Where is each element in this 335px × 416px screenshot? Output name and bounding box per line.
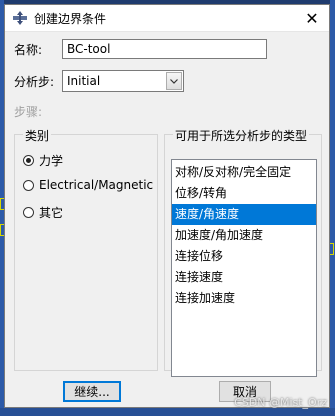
radio-button[interactable] bbox=[23, 155, 34, 166]
name-row: 名称: bbox=[14, 39, 267, 59]
name-label: 名称: bbox=[14, 42, 43, 57]
background-canvas-right bbox=[330, 0, 335, 416]
types-listbox[interactable]: 对称/反对称/完全固定 位移/转角 速度/角速度 加速度/角加速度 连接位移 连… bbox=[171, 159, 317, 377]
continue-button[interactable]: 继续... bbox=[63, 381, 121, 402]
category-option-electrical-magnetic[interactable]: Electrical/Magnetic bbox=[23, 178, 153, 192]
list-item[interactable]: 连接加速度 bbox=[172, 288, 316, 309]
list-item[interactable]: 位移/转角 bbox=[172, 183, 316, 204]
procedure-row: 步骤: bbox=[14, 103, 42, 120]
category-option-label: 其它 bbox=[39, 206, 64, 220]
radio-button[interactable] bbox=[23, 179, 34, 191]
radio-button[interactable] bbox=[23, 207, 34, 218]
title-bar: 创建边界条件 ✕ bbox=[5, 5, 329, 32]
list-item-selected[interactable]: 速度/角速度 bbox=[172, 204, 316, 225]
category-option-label: 力学 bbox=[39, 154, 64, 168]
step-row: 分析步: Initial bbox=[14, 70, 184, 92]
list-item[interactable]: 加速度/角加速度 bbox=[172, 225, 316, 246]
category-group: 类别 力学 Electrical/Magnetic 其它 bbox=[14, 127, 158, 371]
list-item[interactable]: 对称/反对称/完全固定 bbox=[172, 162, 316, 183]
watermark: CSDN @Mist_Orz bbox=[234, 396, 327, 409]
radio-selected-dot bbox=[26, 158, 31, 163]
types-group: 可用于所选分析步的类型 对称/反对称/完全固定 位移/转角 速度/角速度 加速度… bbox=[164, 127, 322, 377]
procedure-label: 步骤: bbox=[14, 105, 43, 119]
name-input[interactable] bbox=[62, 39, 267, 59]
list-item[interactable]: 连接速度 bbox=[172, 267, 316, 288]
category-title: 类别 bbox=[23, 127, 52, 144]
close-icon[interactable]: ✕ bbox=[295, 5, 329, 31]
step-label: 分析步: bbox=[14, 74, 55, 89]
category-option-other[interactable]: 其它 bbox=[23, 204, 63, 221]
types-title: 可用于所选分析步的类型 bbox=[173, 127, 310, 144]
dialog-title: 创建边界条件 bbox=[34, 11, 107, 26]
create-boundary-condition-dialog: 创建边界条件 ✕ 名称: 分析步: Initial 步骤: 类别 力学 Elec… bbox=[4, 4, 330, 408]
boundary-condition-icon bbox=[13, 11, 27, 25]
step-select[interactable]: Initial bbox=[62, 70, 184, 92]
background-canvas-bottom bbox=[0, 408, 335, 416]
chevron-down-icon[interactable] bbox=[166, 72, 182, 90]
list-item[interactable]: 连接位移 bbox=[172, 246, 316, 267]
category-option-label: Electrical/Magnetic bbox=[39, 178, 154, 192]
step-select-value: Initial bbox=[67, 74, 101, 88]
category-option-mechanical[interactable]: 力学 bbox=[23, 152, 63, 169]
